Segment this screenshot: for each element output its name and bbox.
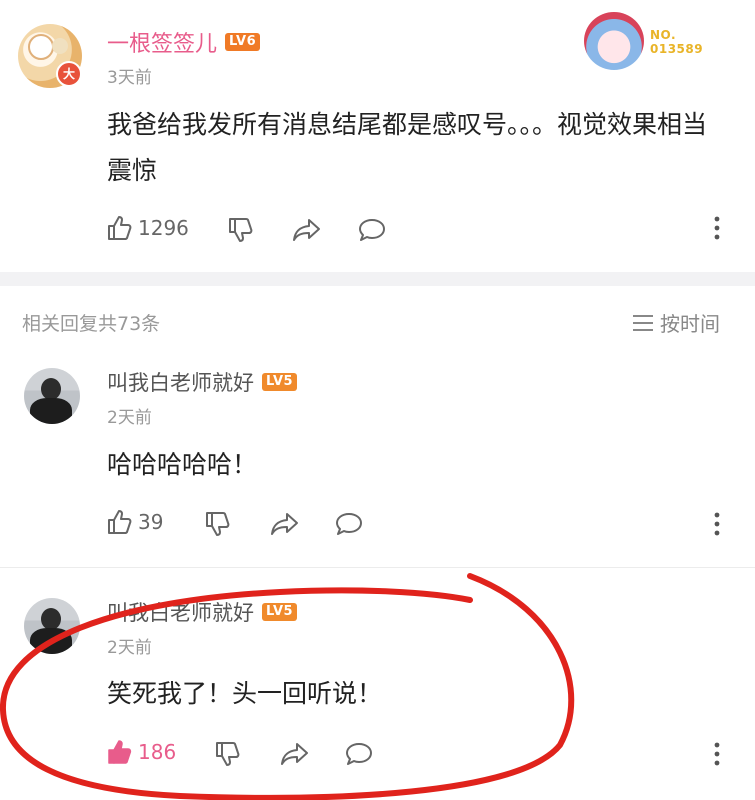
comment-button[interactable] (344, 740, 374, 768)
reply-time: 2天前 (107, 638, 152, 658)
level-badge: LV5 (262, 373, 298, 391)
reply-time: 2天前 (107, 408, 152, 428)
thumbs-down-icon (229, 218, 253, 242)
dislike-button[interactable] (227, 216, 255, 244)
avatar-decoration (28, 34, 54, 60)
reply-count: 相关回复共73条 (22, 313, 161, 335)
thumbs-up-filled-icon (108, 740, 132, 764)
like-button-active[interactable]: 186 (106, 738, 176, 766)
share-button[interactable] (280, 740, 310, 768)
comment-button[interactable] (357, 216, 387, 244)
reply-avatar[interactable] (24, 368, 80, 424)
reply-username[interactable]: 叫我白老师就好 (107, 597, 254, 627)
reply-username[interactable]: 叫我白老师就好 (107, 367, 254, 397)
reply-avatar[interactable] (24, 598, 80, 654)
list-icon (633, 314, 653, 331)
share-button[interactable] (292, 216, 322, 244)
comment-bubble-icon (359, 219, 385, 241)
section-divider (0, 272, 755, 286)
like-button[interactable]: 39 (106, 508, 163, 536)
level-badge: LV6 (225, 33, 261, 51)
fan-badge[interactable]: NO. 013589 (584, 12, 724, 70)
avatar-badge: 大 (56, 61, 82, 87)
thumbs-down-icon (206, 512, 230, 536)
reply-text: 笑死我了！头一回听说！ (107, 679, 383, 708)
comment-button[interactable] (334, 510, 364, 538)
main-comment-text: 我爸给我发所有消息结尾都是感叹号。。。视觉效果相当震惊 (107, 110, 708, 185)
sort-by-time-button[interactable]: 按时间 (632, 308, 720, 337)
comment-bubble-icon (336, 513, 362, 535)
dislike-button[interactable] (204, 510, 232, 538)
share-button[interactable] (270, 510, 300, 538)
reply-divider (0, 567, 755, 568)
share-icon (281, 743, 308, 765)
comment-bubble-icon (346, 743, 372, 765)
thumbs-up-icon (108, 510, 132, 534)
more-options-icon[interactable] (712, 740, 722, 774)
fan-badge-number: NO. 013589 (650, 28, 704, 56)
thumbs-up-icon (108, 216, 132, 240)
like-count: 1296 (138, 216, 189, 240)
reply-text: 哈哈哈哈哈！ (107, 450, 258, 479)
dislike-button[interactable] (214, 740, 242, 768)
main-comment-time: 3天前 (107, 68, 152, 88)
share-icon (271, 513, 298, 535)
more-options-icon[interactable] (712, 510, 722, 544)
more-options-icon[interactable] (712, 214, 722, 248)
avatar-decoration (52, 38, 68, 54)
like-count: 39 (138, 510, 164, 534)
sort-label: 按时间 (660, 312, 720, 336)
share-icon (293, 219, 320, 241)
like-count: 186 (138, 740, 177, 764)
fan-badge-avatar (584, 12, 644, 70)
like-button[interactable]: 1296 (106, 214, 189, 242)
thumbs-down-icon (216, 742, 240, 766)
main-comment-username[interactable]: 一根签签儿 (107, 26, 217, 58)
level-badge: LV5 (262, 603, 298, 621)
